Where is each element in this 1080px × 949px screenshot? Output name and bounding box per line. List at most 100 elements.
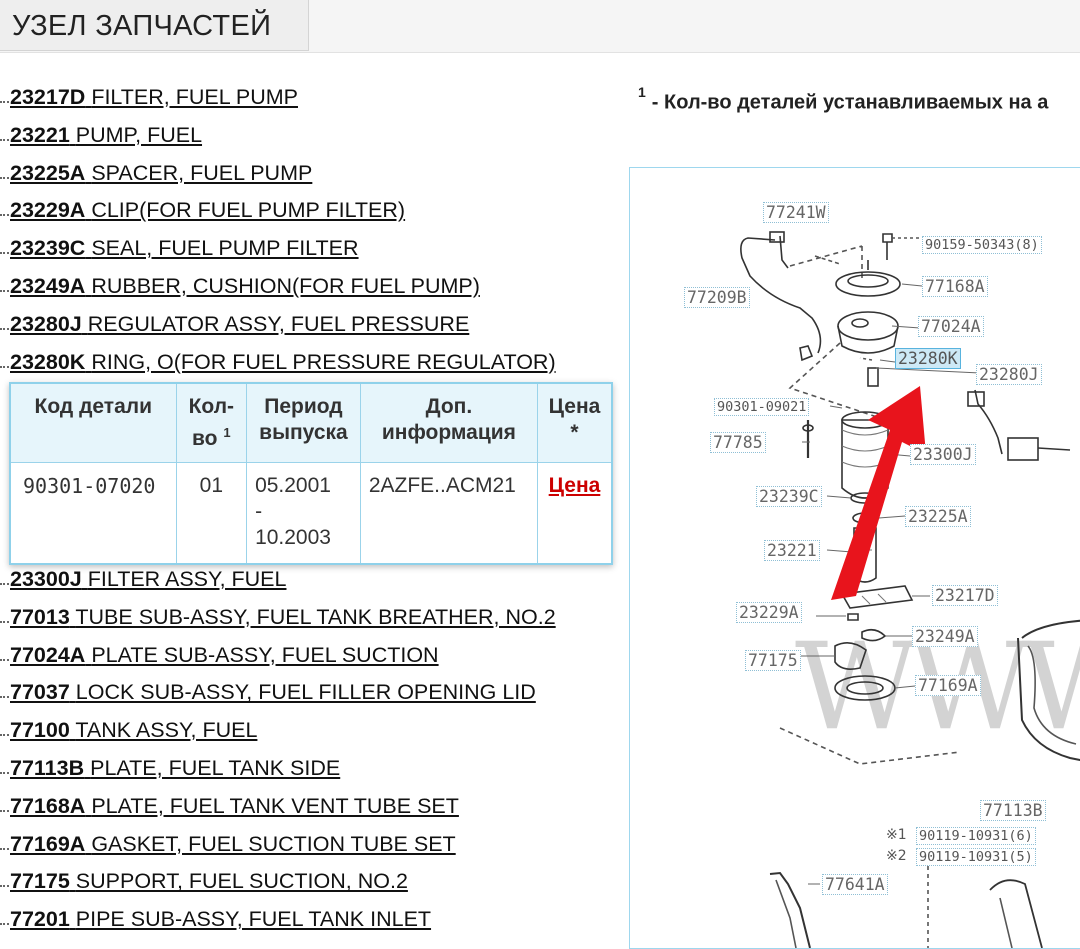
header-tab[interactable]: УЗЕЛ ЗАПЧАСТЕЙ xyxy=(0,0,309,51)
part-link-77037[interactable]: 77037 LOCK SUB-ASSY, FUEL FILLER OPENING… xyxy=(10,680,536,705)
breather-pipe xyxy=(740,237,822,354)
callout-23300j[interactable]: 23300J xyxy=(910,444,976,465)
callout-77241w[interactable]: 77241W xyxy=(763,202,829,223)
callout-23280j[interactable]: 23280J xyxy=(976,364,1042,385)
part-link-77175[interactable]: 77175 SUPPORT, FUEL SUCTION, NO.2 xyxy=(10,869,408,894)
detail-table: Код детали Кол-во 1 Период выпуска Доп. ин… xyxy=(11,384,611,563)
callout-77169a[interactable]: 77169A xyxy=(915,675,981,696)
table-row: 90301-07020 01 05.2001-10.2003 2AZFE..AC… xyxy=(11,462,611,563)
dotted-connector xyxy=(0,734,9,737)
part-link-77169a[interactable]: 77169A GASKET, FUEL SUCTION TUBE SET xyxy=(10,832,456,857)
cell-qty: 01 xyxy=(176,462,248,563)
callout-90301-09021[interactable]: 90301-09021 xyxy=(714,398,810,416)
dotted-connector xyxy=(0,771,9,774)
part-link-77168a[interactable]: 77168A PLATE, FUEL TANK VENT TUBE SET xyxy=(10,794,459,819)
parts-list: 23217D FILTER, FUEL PUMP 23221 PUMP, FUE… xyxy=(0,80,600,382)
cell-code: 90301-07020 xyxy=(11,462,177,563)
dotted-connector xyxy=(0,289,9,292)
part-link-77100[interactable]: 77100 TANK ASSY, FUEL xyxy=(10,718,257,743)
part-item: 77201 PIPE SUB-ASSY, FUEL TANK INLET xyxy=(0,902,600,940)
page-title: УЗЕЛ ЗАПЧАСТЕЙ xyxy=(12,10,272,42)
callout-77024a[interactable]: 77024A xyxy=(918,316,984,337)
dotted-connector xyxy=(0,696,9,699)
dotted-connector xyxy=(0,847,9,850)
part-item: 23300J FILTER ASSY, FUEL xyxy=(0,562,600,600)
dotted-connector xyxy=(0,252,9,255)
note-mark-1: ※1 xyxy=(886,827,907,843)
part-item: 77037 LOCK SUB-ASSY, FUEL FILLER OPENING… xyxy=(0,675,600,713)
part-link-77024a[interactable]: 77024A PLATE SUB-ASSY, FUEL SUCTION xyxy=(10,643,439,668)
parts-list-continued: 23300J FILTER ASSY, FUEL 77013 TUBE SUB-… xyxy=(0,562,600,940)
part-item: 77100 TANK ASSY, FUEL xyxy=(0,713,600,751)
callout-90159-50343[interactable]: 90159-50343(8) xyxy=(922,236,1042,254)
part-item: 23280K RING, O(FOR FUEL PRESSURE REGULAT… xyxy=(0,345,600,383)
dotted-connector xyxy=(0,809,9,812)
callout-23225a[interactable]: 23225A xyxy=(905,506,971,527)
part-item: 77175 SUPPORT, FUEL SUCTION, NO.2 xyxy=(0,864,600,902)
price-link[interactable]: Цена xyxy=(549,474,601,497)
col-header-price: Цена * xyxy=(537,384,611,463)
part-item: 23229A CLIP(FOR FUEL PUMP FILTER) xyxy=(0,193,600,231)
quantity-footnote: 1- Кол-во деталей устанавливаемых на а xyxy=(638,84,1049,114)
part-item: 77169A GASKET, FUEL SUCTION TUBE SET xyxy=(0,827,600,865)
callout-23217d[interactable]: 23217D xyxy=(932,585,998,606)
part-link-23225a[interactable]: 23225A SPACER, FUEL PUMP xyxy=(10,161,312,186)
part-link-23221[interactable]: 23221 PUMP, FUEL xyxy=(10,123,202,148)
col-header-qty: Кол-во 1 xyxy=(176,384,248,463)
callout-77168a[interactable]: 77168A xyxy=(922,276,988,297)
col-header-code: Код детали xyxy=(11,384,177,463)
part-item: 23249A RUBBER, CUSHION(FOR FUEL PUMP) xyxy=(0,269,600,307)
part-link-23300j[interactable]: 23300J FILTER ASSY, FUEL xyxy=(10,567,286,592)
dotted-connector xyxy=(0,923,9,926)
part-link-23229a[interactable]: 23229A CLIP(FOR FUEL PUMP FILTER) xyxy=(10,198,405,223)
part-item: 77013 TUBE SUB-ASSY, FUEL TANK BREATHER,… xyxy=(0,600,600,638)
part-link-77013[interactable]: 77013 TUBE SUB-ASSY, FUEL TANK BREATHER,… xyxy=(10,605,556,630)
callout-77113b[interactable]: 77113B xyxy=(980,800,1046,821)
cell-period: 05.2001-10.2003 xyxy=(246,462,361,563)
dotted-connector xyxy=(0,583,9,585)
part-link-23280k[interactable]: 23280K RING, O(FOR FUEL PRESSURE REGULAT… xyxy=(10,350,556,375)
part-item: 23217D FILTER, FUEL PUMP xyxy=(0,80,600,118)
cell-price: Цена xyxy=(537,463,611,563)
table-header-row: Код детали Кол-во 1 Период выпуска Доп. ин… xyxy=(11,384,611,463)
part-item: 77168A PLATE, FUEL TANK VENT TUBE SET xyxy=(0,789,600,827)
part-link-23280j[interactable]: 23280J REGULATOR ASSY, FUEL PRESSURE xyxy=(10,312,469,337)
dotted-connector xyxy=(0,214,9,217)
dotted-connector xyxy=(0,620,9,623)
part-item: 77113B PLATE, FUEL TANK SIDE xyxy=(0,751,600,789)
dotted-connector xyxy=(0,885,9,888)
dotted-connector xyxy=(0,658,9,661)
part-link-77113b[interactable]: 77113B PLATE, FUEL TANK SIDE xyxy=(10,756,340,781)
callout-23221[interactable]: 23221 xyxy=(764,540,820,561)
col-header-info: Доп. информация xyxy=(360,384,538,463)
callout-90119-10931-6[interactable]: 90119-10931(6) xyxy=(916,827,1036,845)
dotted-connector xyxy=(0,138,9,141)
part-item: 77024A PLATE SUB-ASSY, FUEL SUCTION xyxy=(0,638,600,676)
part-item: 23225A SPACER, FUEL PUMP xyxy=(0,156,600,194)
callout-77209b[interactable]: 77209B xyxy=(684,287,750,308)
note-mark-2: ※2 xyxy=(886,848,907,864)
part-link-23239c[interactable]: 23239C SEAL, FUEL PUMP FILTER xyxy=(10,236,359,261)
dotted-connector xyxy=(0,176,9,179)
callout-90119-10931-5[interactable]: 90119-10931(5) xyxy=(916,848,1036,866)
callout-77641a[interactable]: 77641A xyxy=(822,874,888,895)
callout-23249a[interactable]: 23249A xyxy=(912,626,978,647)
col-header-period: Период выпуска xyxy=(246,384,361,463)
parts-diagram: WWW xyxy=(629,167,1080,949)
part-link-23217d[interactable]: 23217D FILTER, FUEL PUMP xyxy=(10,85,298,110)
callout-23239c[interactable]: 23239C xyxy=(756,486,822,507)
part-link-23249a[interactable]: 23249A RUBBER, CUSHION(FOR FUEL PUMP) xyxy=(10,274,480,299)
part-detail-table: Код детали Кол-во 1 Период выпуска Доп. ин… xyxy=(9,382,613,565)
callout-23229a[interactable]: 23229A xyxy=(736,602,802,623)
part-item: 23221 PUMP, FUEL xyxy=(0,118,600,156)
callout-77175[interactable]: 77175 xyxy=(745,650,801,671)
dotted-connector xyxy=(0,365,9,368)
part-item: 23280J REGULATOR ASSY, FUEL PRESSURE xyxy=(0,307,600,345)
part-link-77201[interactable]: 77201 PIPE SUB-ASSY, FUEL TANK INLET xyxy=(10,907,431,932)
cell-info: 2AZFE..ACM21 xyxy=(360,462,538,563)
callout-77785[interactable]: 77785 xyxy=(710,432,766,453)
red-arrow xyxy=(831,386,926,600)
dotted-connector xyxy=(0,101,9,103)
callout-23280k[interactable]: 23280K xyxy=(895,348,961,369)
dotted-connector xyxy=(0,327,9,330)
